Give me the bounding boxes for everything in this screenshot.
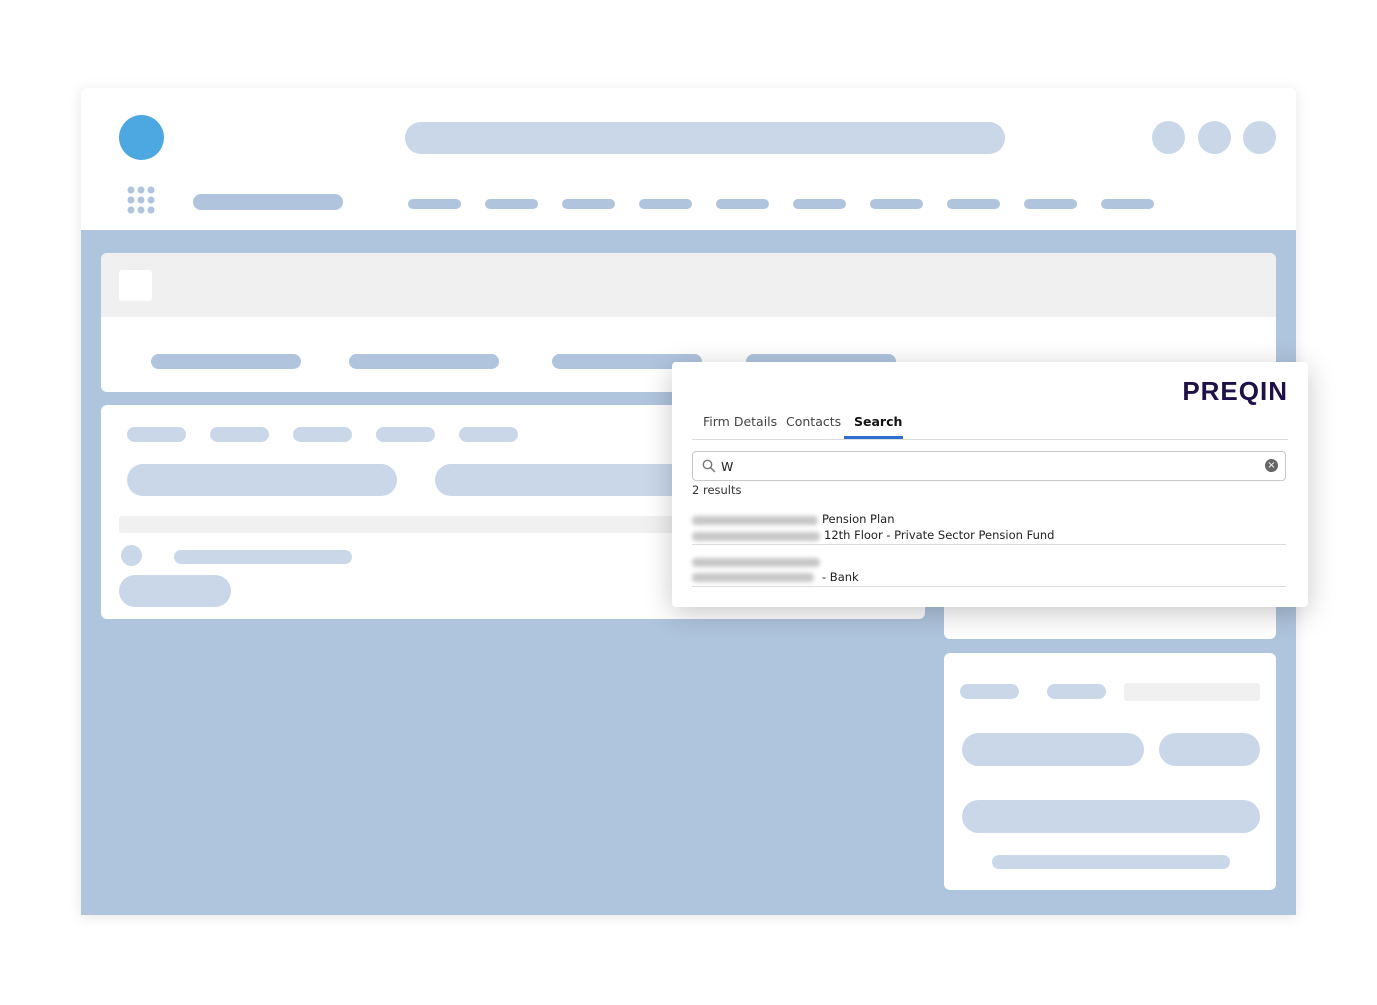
result-line1: Pension Plan: [822, 512, 895, 526]
detail-tab[interactable]: [127, 427, 186, 442]
detail-action[interactable]: [119, 575, 231, 607]
nav-item[interactable]: [870, 199, 923, 209]
nav-item[interactable]: [562, 199, 615, 209]
side-tab[interactable]: [1047, 684, 1106, 699]
nav-item[interactable]: [485, 199, 538, 209]
nav-item[interactable]: [1024, 199, 1077, 209]
record-field: [151, 354, 301, 369]
side-button[interactable]: [962, 733, 1144, 766]
nav-item[interactable]: [716, 199, 769, 209]
result-divider: [692, 544, 1286, 545]
detail-row-icon: [121, 545, 142, 566]
search-result[interactable]: - Bank: [692, 553, 1286, 589]
app-header: [81, 88, 1296, 230]
result-line2: 12th Floor - Private Sector Pension Fund: [824, 528, 1055, 542]
nav-item[interactable]: [408, 199, 461, 209]
side-footer-text: [992, 855, 1230, 869]
side-card: [944, 653, 1276, 890]
redacted-text: [692, 532, 820, 541]
detail-row-text: [174, 550, 352, 564]
detail-tab[interactable]: [293, 427, 352, 442]
tabs-divider: [692, 439, 1288, 440]
search-input[interactable]: [721, 452, 1251, 480]
tab-search[interactable]: Search: [854, 414, 902, 429]
result-line2: - Bank: [822, 570, 859, 584]
app-launcher-icon[interactable]: [127, 186, 157, 216]
detail-tab[interactable]: [210, 427, 269, 442]
redacted-text: [692, 573, 814, 582]
results-count: 2 results: [692, 483, 742, 497]
detail-tab[interactable]: [459, 427, 518, 442]
app-name-placeholder: [193, 194, 343, 210]
side-field: [1124, 683, 1260, 701]
side-button[interactable]: [1159, 733, 1260, 766]
preqin-logo: PREQIN: [1182, 376, 1288, 406]
tab-firm-details[interactable]: Firm Details: [703, 414, 777, 429]
search-box[interactable]: ×: [692, 451, 1286, 481]
nav-item[interactable]: [793, 199, 846, 209]
side-button-wide[interactable]: [962, 800, 1260, 833]
clear-icon[interactable]: ×: [1265, 459, 1278, 472]
record-icon: [119, 270, 152, 301]
header-action-3[interactable]: [1243, 121, 1276, 154]
tab-contacts[interactable]: Contacts: [786, 414, 841, 429]
nav-item[interactable]: [639, 199, 692, 209]
search-result[interactable]: Pension Plan 12th Floor - Private Sector…: [692, 510, 1286, 546]
record-field: [349, 354, 499, 369]
header-action-1[interactable]: [1152, 121, 1185, 154]
side-tab[interactable]: [960, 684, 1019, 699]
header-action-2[interactable]: [1198, 121, 1231, 154]
nav-item[interactable]: [1101, 199, 1154, 209]
detail-button[interactable]: [435, 464, 705, 496]
result-divider: [692, 586, 1286, 587]
nav-item[interactable]: [947, 199, 1000, 209]
redacted-text: [692, 516, 818, 525]
search-icon: [702, 459, 716, 478]
preqin-panel: PREQIN Firm Details Contacts Search × 2 …: [672, 362, 1308, 607]
global-search-placeholder[interactable]: [405, 122, 1005, 154]
avatar[interactable]: [119, 115, 164, 160]
detail-row: [119, 516, 679, 533]
redacted-text: [692, 558, 820, 567]
detail-button[interactable]: [127, 464, 397, 496]
detail-tab[interactable]: [376, 427, 435, 442]
